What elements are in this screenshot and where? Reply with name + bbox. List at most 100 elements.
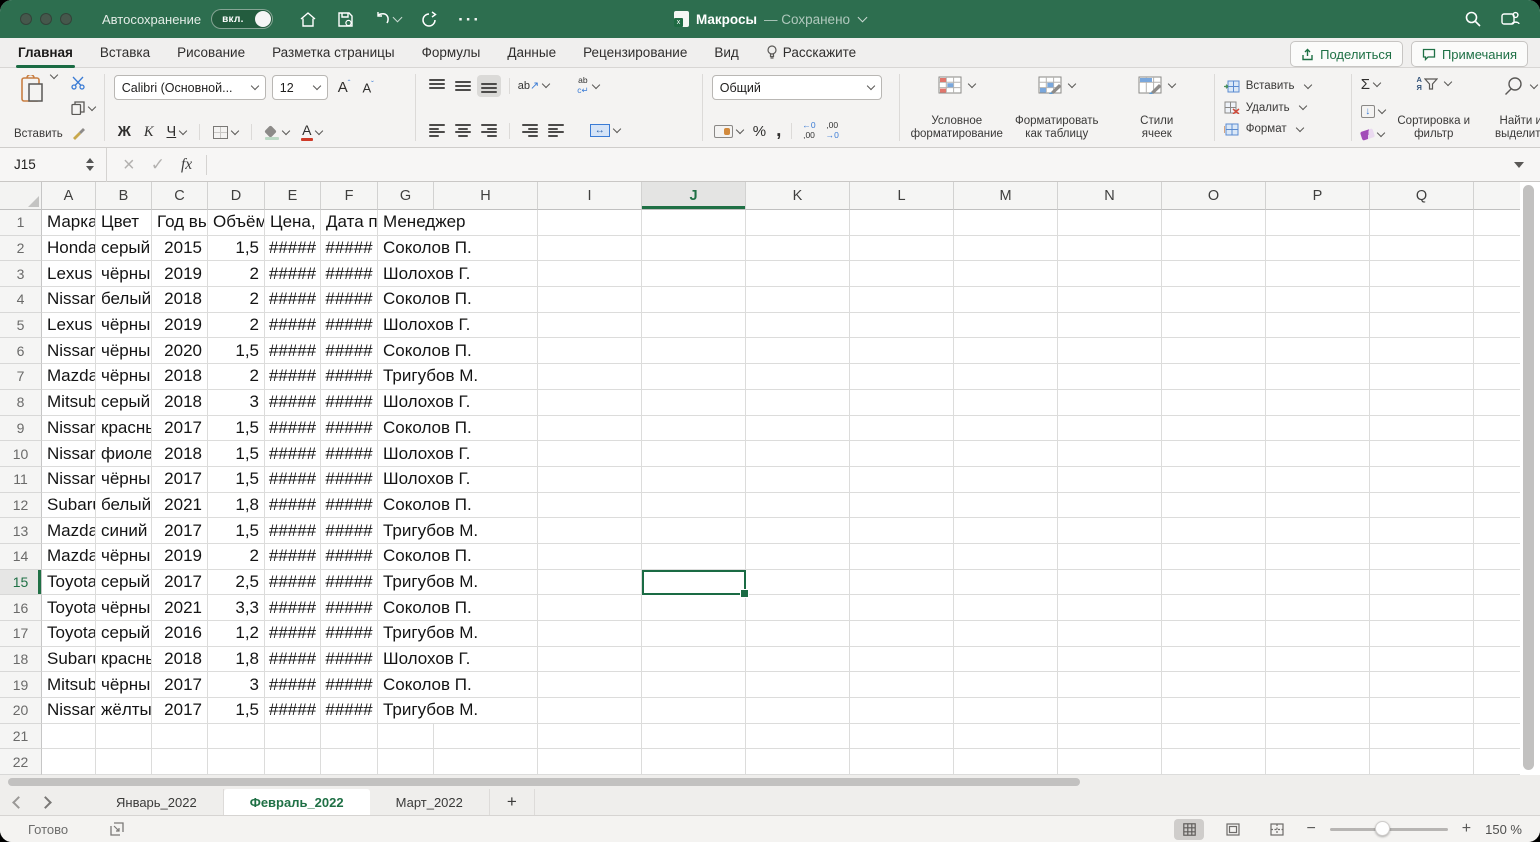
paste-button[interactable]: Вставить: [14, 75, 63, 141]
cell-E5[interactable]: #####: [265, 313, 321, 339]
undo-icon[interactable]: [374, 11, 401, 27]
cell-O9[interactable]: [1162, 416, 1266, 442]
cell-P5[interactable]: [1266, 313, 1370, 339]
cell-G18[interactable]: Шолохов Г.: [378, 647, 434, 673]
cell-K20[interactable]: [746, 698, 850, 724]
cell-D17[interactable]: 1,2: [208, 621, 265, 647]
cell-I6[interactable]: [538, 338, 642, 364]
cell-Q8[interactable]: [1370, 390, 1474, 416]
page-break-view-button[interactable]: [1262, 819, 1292, 840]
cell-M6[interactable]: [954, 338, 1058, 364]
cell-D2[interactable]: 1,5: [208, 236, 265, 262]
prev-sheet-icon[interactable]: [12, 796, 25, 809]
cell-C5[interactable]: 2019: [152, 313, 208, 339]
cell-H22[interactable]: [434, 749, 538, 775]
cell-F11[interactable]: #####: [321, 467, 378, 493]
cell-P4[interactable]: [1266, 287, 1370, 313]
cell-Q5[interactable]: [1370, 313, 1474, 339]
cell-B9[interactable]: красны: [96, 416, 152, 442]
row-header-10[interactable]: 10: [0, 441, 42, 467]
cell-C20[interactable]: 2017: [152, 698, 208, 724]
cell-G11[interactable]: Шолохов Г.: [378, 467, 434, 493]
cell-N11[interactable]: [1058, 467, 1162, 493]
cell-N7[interactable]: [1058, 364, 1162, 390]
cell-L18[interactable]: [850, 647, 954, 673]
cell-N9[interactable]: [1058, 416, 1162, 442]
cell-K17[interactable]: [746, 621, 850, 647]
cell-C19[interactable]: 2017: [152, 672, 208, 698]
cell-G22[interactable]: [378, 749, 434, 775]
cell-L3[interactable]: [850, 261, 954, 287]
row-header-11[interactable]: 11: [0, 467, 42, 493]
cell-C15[interactable]: 2017: [152, 570, 208, 596]
increase-indent-button[interactable]: [544, 120, 568, 141]
cell-Q21[interactable]: [1370, 724, 1474, 750]
cell-L4[interactable]: [850, 287, 954, 313]
cell-K10[interactable]: [746, 441, 850, 467]
cell-E13[interactable]: #####: [265, 518, 321, 544]
row-header-14[interactable]: 14: [0, 544, 42, 570]
share-user-icon[interactable]: [1500, 10, 1520, 28]
cell-C7[interactable]: 2018: [152, 364, 208, 390]
cell-G9[interactable]: Соколов П.: [378, 416, 434, 442]
row-header-6[interactable]: 6: [0, 338, 42, 364]
ribbon-tab-view[interactable]: Вид: [714, 38, 738, 68]
cell-A21[interactable]: [42, 724, 96, 750]
cell-M1[interactable]: [954, 210, 1058, 236]
cell-L11[interactable]: [850, 467, 954, 493]
comments-button[interactable]: Примечания: [1411, 41, 1528, 67]
cell-I16[interactable]: [538, 595, 642, 621]
cell-G13[interactable]: Тригубов М.: [378, 518, 434, 544]
cell-K4[interactable]: [746, 287, 850, 313]
cell-A10[interactable]: Nissan: [42, 441, 96, 467]
redo-icon[interactable]: [421, 11, 438, 28]
cell-F2[interactable]: #####: [321, 236, 378, 262]
cell-P1[interactable]: [1266, 210, 1370, 236]
cell-O14[interactable]: [1162, 544, 1266, 570]
cell-I19[interactable]: [538, 672, 642, 698]
enter-icon[interactable]: ✓: [151, 156, 165, 173]
cut-button[interactable]: [71, 76, 95, 90]
cell-D3[interactable]: 2: [208, 261, 265, 287]
cell-N18[interactable]: [1058, 647, 1162, 673]
cell-E16[interactable]: #####: [265, 595, 321, 621]
cell-L1[interactable]: [850, 210, 954, 236]
cell-A11[interactable]: Nissan: [42, 467, 96, 493]
cell-E3[interactable]: #####: [265, 261, 321, 287]
name-box[interactable]: J15: [0, 157, 86, 172]
cell-J6[interactable]: [642, 338, 746, 364]
row-header-7[interactable]: 7: [0, 364, 42, 390]
cell-O2[interactable]: [1162, 236, 1266, 262]
cell-I22[interactable]: [538, 749, 642, 775]
cell-A2[interactable]: Honda: [42, 236, 96, 262]
cell-I13[interactable]: [538, 518, 642, 544]
cell-M3[interactable]: [954, 261, 1058, 287]
cell-B4[interactable]: белый: [96, 287, 152, 313]
cell-J10[interactable]: [642, 441, 746, 467]
cell-M11[interactable]: [954, 467, 1058, 493]
col-header-M[interactable]: M: [954, 182, 1058, 210]
cell-M16[interactable]: [954, 595, 1058, 621]
grow-font-button[interactable]: Аˆ: [338, 79, 351, 96]
search-icon[interactable]: [1464, 10, 1482, 28]
col-header-I[interactable]: I: [538, 182, 642, 210]
cell-K2[interactable]: [746, 236, 850, 262]
cell-B18[interactable]: красны: [96, 647, 152, 673]
delete-cells-button[interactable]: Удалить: [1224, 98, 1342, 118]
row-header-16[interactable]: 16: [0, 595, 42, 621]
cell-F19[interactable]: #####: [321, 672, 378, 698]
wrap-text-button[interactable]: abc↵: [577, 76, 598, 96]
col-header-C[interactable]: C: [152, 182, 208, 210]
decrease-indent-button[interactable]: [518, 120, 542, 141]
cell-I8[interactable]: [538, 390, 642, 416]
col-header-F[interactable]: F: [321, 182, 378, 210]
cell-B15[interactable]: серый: [96, 570, 152, 596]
cell-E20[interactable]: #####: [265, 698, 321, 724]
cell-A13[interactable]: Mazda: [42, 518, 96, 544]
cell-B10[interactable]: фиолет: [96, 441, 152, 467]
cell-D12[interactable]: 1,8: [208, 493, 265, 519]
cell-C13[interactable]: 2017: [152, 518, 208, 544]
cell-E15[interactable]: #####: [265, 570, 321, 596]
cell-I7[interactable]: [538, 364, 642, 390]
cell-K18[interactable]: [746, 647, 850, 673]
